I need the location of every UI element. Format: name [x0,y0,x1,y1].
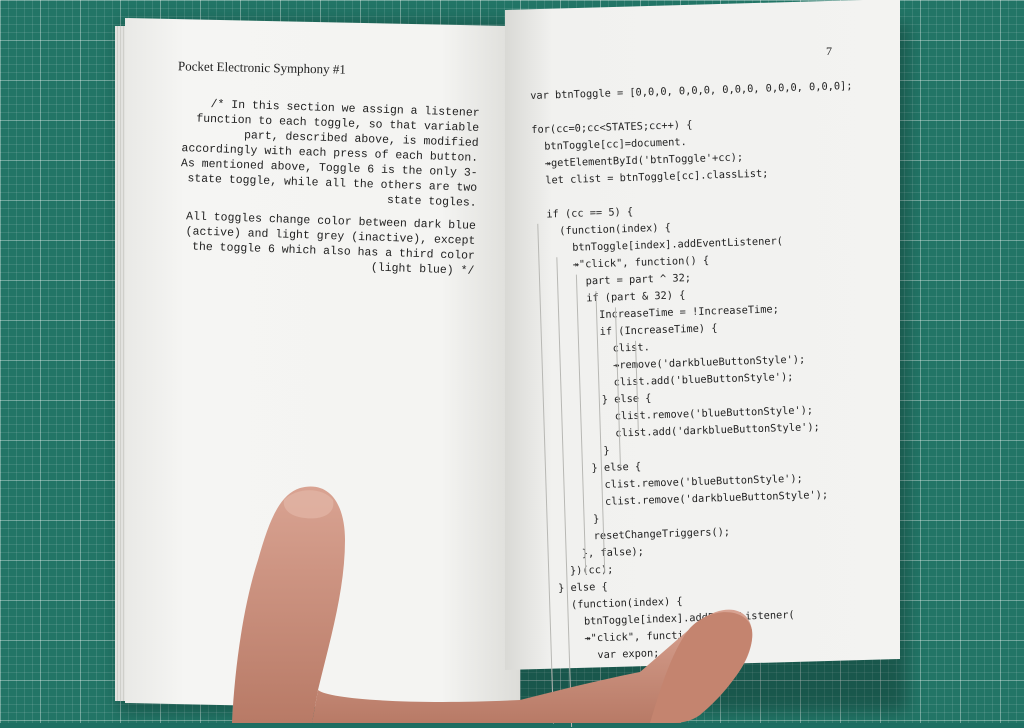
comment-paragraph: All toggles change color between dark bl… [185,210,477,278]
comment-paragraph: /* In this section we assign a listener … [180,98,480,210]
code-listing: var btnToggle = [0,0,0, 0,0,0, 0,0,0, 0,… [530,77,908,728]
book-page-edges [115,26,125,701]
page-number: 7 [826,44,832,58]
code-comment-block: /* In this section we assign a listener … [174,96,480,287]
